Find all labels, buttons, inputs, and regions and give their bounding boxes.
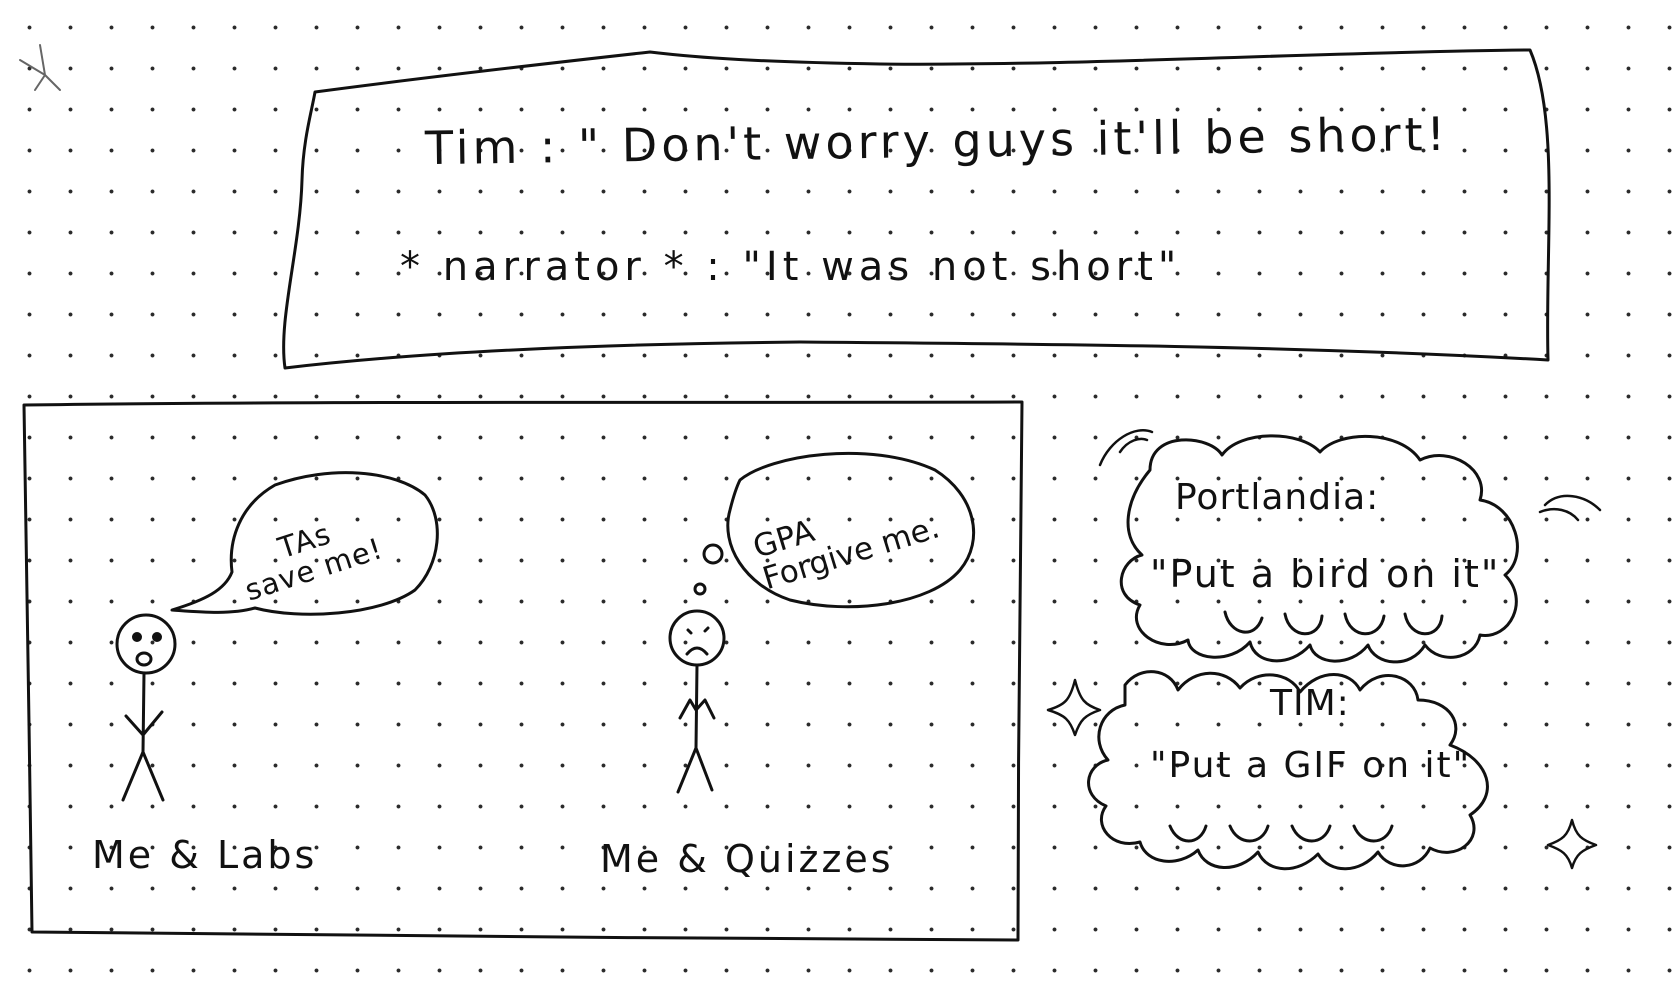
banner-quote-tim: Tim : " Don't worry guys it'll be short!: [424, 106, 1450, 176]
swoosh-left: [1098, 429, 1154, 467]
cloud-bottom-speaker: TIM:: [1270, 683, 1350, 724]
comic-sheet: Tim : " Don't worry guys it'll be short!…: [0, 0, 1674, 982]
stick-figure-worried: [115, 613, 177, 802]
thought-dot-small: [693, 582, 707, 596]
caption-quizzes: Me & Quizzes: [600, 837, 894, 881]
cloud-top-bumps: [1223, 610, 1444, 636]
cloud-top-quote: "Put a bird on it": [1150, 552, 1501, 596]
thought-dot-large: [702, 543, 724, 565]
caption-labs: Me & Labs: [92, 833, 318, 877]
sparkle-icon: [1546, 818, 1598, 870]
swoosh-right: [1538, 494, 1602, 522]
cloud-bottom-bumps: [1168, 824, 1394, 843]
stick-figure-sad: [668, 609, 726, 794]
corner-scribble: [19, 44, 61, 91]
sparkle-icon: [1046, 678, 1102, 737]
cloud-bottom-quote: "Put a GIF on it": [1150, 745, 1472, 786]
banner-quote-narrator: * narrator * : "It was not short": [400, 244, 1182, 290]
banner-frame: [282, 48, 1551, 370]
cloud-top-speaker: Portlandia:: [1175, 477, 1380, 518]
